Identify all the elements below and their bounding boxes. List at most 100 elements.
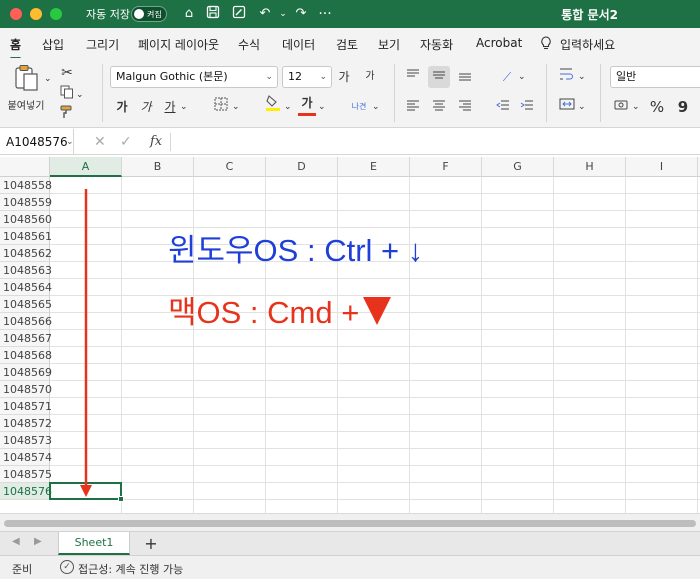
number-format-select[interactable]: 일반 (610, 66, 700, 88)
wrap-text-icon[interactable] (556, 66, 578, 88)
tab-formulas[interactable]: 수식 (238, 36, 260, 53)
row-header[interactable]: 1048562 (0, 245, 52, 262)
accessibility-status[interactable]: 접근성: 계속 진행 가능 (78, 561, 183, 577)
italic-button[interactable]: 가 (138, 96, 154, 118)
row-header[interactable]: 1048563 (0, 262, 52, 279)
column-header[interactable]: F (410, 157, 482, 177)
row-header[interactable]: 1048574 (0, 449, 52, 466)
borders-dropdown-icon[interactable]: ⌄ (232, 96, 240, 118)
bold-button[interactable]: 가 (114, 96, 130, 118)
copy-icon[interactable] (58, 84, 76, 106)
tab-view[interactable]: 보기 (378, 36, 400, 53)
redo-icon[interactable]: ↷ (292, 5, 310, 23)
undo-dropdown-icon[interactable]: ⌄ (274, 5, 292, 23)
phonetic-dropdown-icon[interactable]: ⌄ (372, 96, 380, 118)
borders-icon[interactable] (212, 96, 230, 118)
shrink-font-button[interactable]: 가 (362, 66, 378, 88)
autosave-toggle[interactable]: 켜짐 (131, 6, 167, 22)
row-header[interactable]: 1048573 (0, 432, 52, 449)
insert-function-button[interactable]: fx (150, 129, 162, 155)
row-header[interactable]: 1048571 (0, 398, 52, 415)
font-name-select[interactable]: Malgun Gothic (본문) ⌄ (110, 66, 278, 88)
tab-data[interactable]: 데이터 (282, 36, 315, 53)
row-header[interactable]: 1048558 (0, 177, 52, 194)
scrollbar-thumb[interactable] (4, 520, 696, 527)
more-options-icon[interactable]: ··· (316, 5, 334, 23)
fill-handle[interactable] (118, 496, 124, 502)
tell-me-search[interactable]: 입력하세요 (560, 36, 615, 53)
column-header[interactable]: B (122, 157, 194, 177)
fill-color-icon[interactable] (264, 94, 282, 116)
edit-icon[interactable] (230, 5, 248, 23)
align-center-icon[interactable] (430, 96, 448, 118)
home-icon[interactable]: ⌂ (180, 5, 198, 23)
row-header[interactable]: 1048572 (0, 415, 52, 432)
undo-icon[interactable]: ↶ (256, 5, 274, 23)
fill-color-dropdown-icon[interactable]: ⌄ (284, 96, 292, 118)
underline-dropdown-icon[interactable]: ⌄ (180, 96, 188, 118)
tab-draw[interactable]: 그리기 (86, 36, 119, 53)
merge-dropdown-icon[interactable]: ⌄ (578, 96, 586, 118)
align-right-icon[interactable] (456, 96, 474, 118)
grow-font-button[interactable]: 가 (336, 66, 352, 88)
cancel-icon[interactable]: ✕ (94, 129, 106, 155)
currency-dropdown-icon[interactable]: ⌄ (632, 96, 640, 118)
underline-button[interactable]: 가 (162, 96, 178, 118)
save-icon[interactable] (204, 5, 222, 23)
close-window-button[interactable] (10, 8, 22, 20)
sheet-tab-sheet1[interactable]: Sheet1 (58, 532, 130, 555)
row-header[interactable]: 1048567 (0, 330, 52, 347)
font-size-select[interactable]: 12 ⌄ (282, 66, 332, 88)
row-header[interactable]: 1048559 (0, 194, 52, 211)
merge-center-icon[interactable] (556, 96, 578, 118)
column-header[interactable]: G (482, 157, 554, 177)
chevron-down-icon[interactable]: ⌄ (66, 129, 74, 155)
align-left-icon[interactable] (404, 96, 422, 118)
name-box[interactable]: A1048576 (0, 129, 74, 155)
row-header[interactable]: 1048564 (0, 279, 52, 296)
lightbulb-icon[interactable] (540, 36, 552, 53)
decrease-indent-icon[interactable] (494, 96, 512, 118)
confirm-icon[interactable]: ✓ (120, 129, 132, 155)
row-header[interactable]: 1048569 (0, 364, 52, 381)
tab-page-layout[interactable]: 페이지 레이아웃 (138, 36, 219, 53)
copy-dropdown-icon[interactable]: ⌄ (76, 84, 84, 106)
column-header[interactable]: H (554, 157, 626, 177)
accessibility-icon[interactable]: ✓ (60, 560, 74, 574)
minimize-window-button[interactable] (30, 8, 42, 20)
paste-icon[interactable] (12, 64, 42, 94)
row-header[interactable]: 1048566 (0, 313, 52, 330)
orientation-dropdown-icon[interactable]: ⌄ (518, 66, 526, 88)
wrap-dropdown-icon[interactable]: ⌄ (578, 66, 586, 88)
column-header[interactable]: I (626, 157, 698, 177)
column-header[interactable]: E (338, 157, 410, 177)
cut-icon[interactable]: ✂ (58, 62, 76, 84)
orientation-icon[interactable]: ⟋ (496, 66, 518, 88)
currency-icon[interactable] (612, 96, 632, 118)
tab-acrobat[interactable]: Acrobat (476, 36, 522, 50)
format-painter-icon[interactable] (58, 104, 76, 126)
row-header[interactable]: 1048570 (0, 381, 52, 398)
align-middle-icon[interactable] (428, 66, 450, 88)
row-header[interactable]: 1048568 (0, 347, 52, 364)
align-top-icon[interactable] (404, 66, 422, 88)
comma-style-button[interactable]: 9 (676, 96, 690, 118)
tab-insert[interactable]: 삽입 (42, 36, 64, 53)
row-header[interactable]: 1048560 (0, 211, 52, 228)
worksheet-grid[interactable]: ABCDEFGHI 1048558 1048559 1048560 1048561 10… (0, 157, 700, 513)
font-color-dropdown-icon[interactable]: ⌄ (318, 96, 326, 118)
tab-home[interactable]: 홈 (10, 36, 22, 60)
column-header[interactable]: D (266, 157, 338, 177)
column-header[interactable]: A (50, 157, 122, 177)
row-header[interactable]: 1048565 (0, 296, 52, 313)
phonetic-button[interactable]: 나견 (348, 96, 370, 118)
row-header[interactable]: 1048575 (0, 466, 52, 483)
next-sheet-icon[interactable]: ▶ (34, 536, 42, 547)
prev-sheet-icon[interactable]: ◀ (12, 536, 20, 547)
active-cell[interactable] (49, 482, 124, 502)
increase-indent-icon[interactable] (518, 96, 536, 118)
paste-dropdown-icon[interactable]: ⌄ (44, 68, 52, 90)
align-bottom-icon[interactable] (456, 66, 474, 88)
horizontal-scrollbar[interactable] (0, 513, 700, 531)
column-header[interactable]: C (194, 157, 266, 177)
